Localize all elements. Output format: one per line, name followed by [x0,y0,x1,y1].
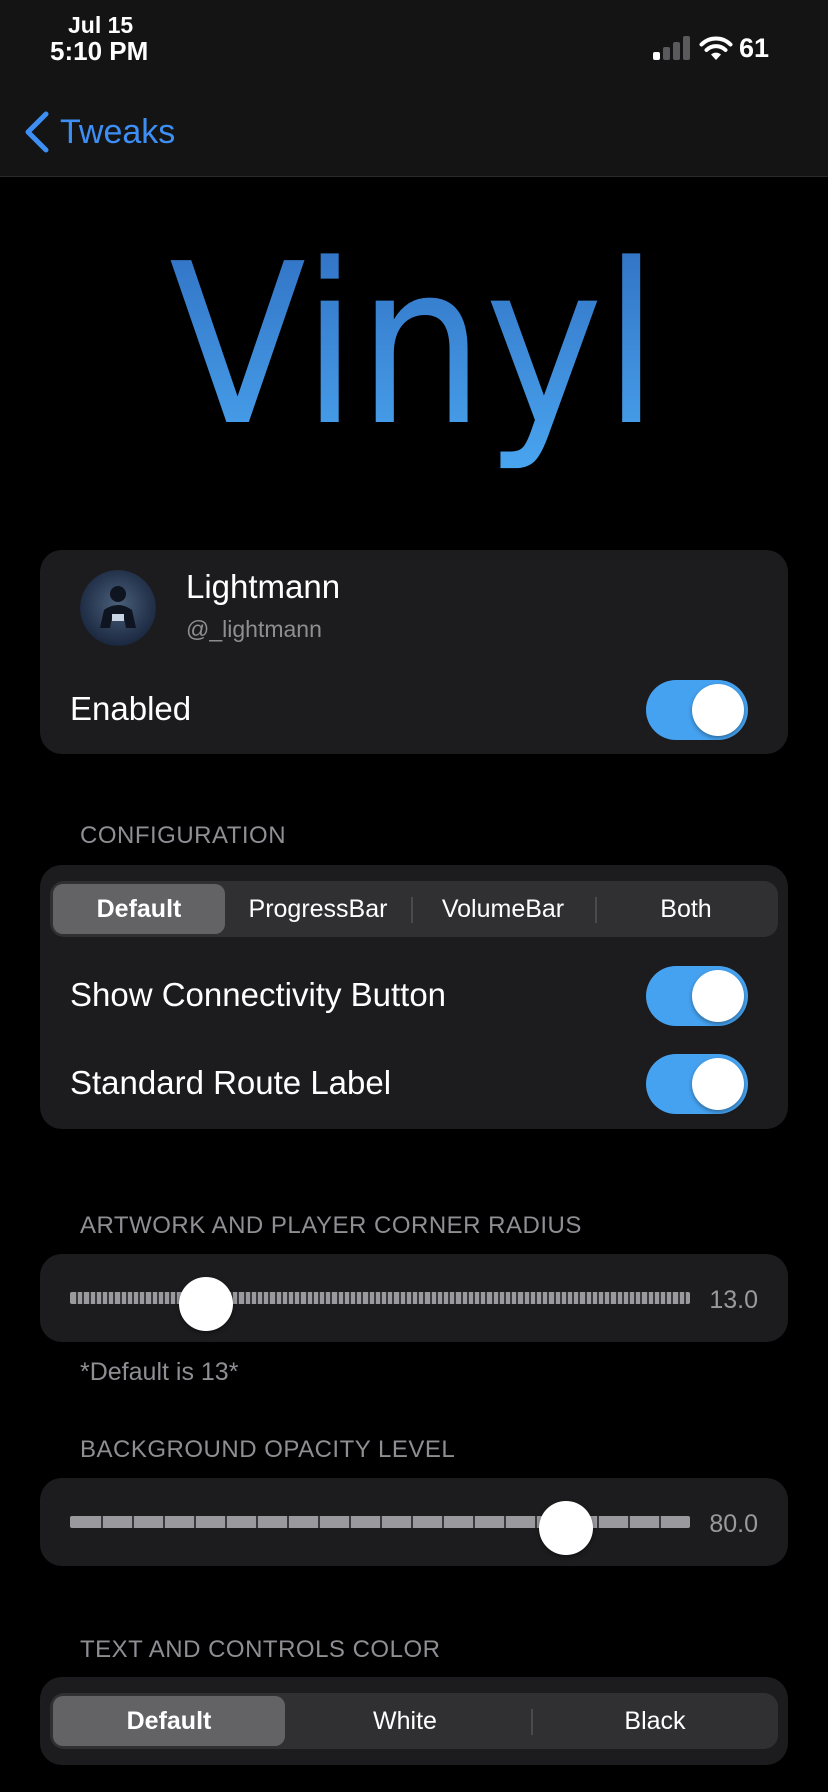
show-connectivity-label: Show Connectivity Button [70,976,447,1013]
author-handle: @_lightmann [186,616,322,642]
text-color-header: TEXT AND CONTROLS COLOR [80,1636,441,1663]
chevron-left-icon [25,111,49,153]
text-color-card: Default White Black [40,1677,788,1765]
status-date: Jul 15 [68,12,134,38]
back-button-label: Tweaks [60,112,176,151]
corner-radius-card: 13.0 [40,1254,788,1342]
text-color-segmented-control: Default White Black [50,1693,778,1749]
opacity-value: 80.0 [709,1510,758,1538]
author-name: Lightmann [186,568,341,605]
configuration-segmented-control: Default ProgressBar VolumeBar Both [50,881,778,937]
segment-progressbar[interactable]: ProgressBar [227,884,409,934]
back-button[interactable]: Tweaks [22,108,175,156]
battery-level: 61 [739,33,770,63]
hero-title: Vinyl [169,217,659,475]
author-avatar [80,570,156,646]
opacity-slider-thumb[interactable] [539,1501,593,1555]
configuration-card: Default ProgressBar VolumeBar Both Show … [40,865,788,1129]
segment-divider [531,1709,533,1735]
corner-radius-header: ARTWORK AND PLAYER CORNER RADIUS [80,1212,582,1239]
standard-route-toggle[interactable] [646,1054,748,1114]
corner-radius-value: 13.0 [709,1286,758,1314]
status-time: 5:10 PM [50,36,149,66]
corner-radius-slider-thumb[interactable] [179,1277,234,1331]
toggle-knob [692,684,744,736]
author-card: Lightmann @_lightmann Enabled [40,550,788,754]
opacity-header: BACKGROUND OPACITY LEVEL [80,1436,456,1463]
opacity-slider-track[interactable] [70,1514,690,1530]
toggle-knob [692,970,744,1022]
standard-route-label: Standard Route Label [70,1064,392,1101]
toggle-knob [692,1058,744,1110]
show-connectivity-toggle[interactable] [646,966,748,1026]
wifi-icon [699,36,733,60]
segment-volumebar[interactable]: VolumeBar [413,884,593,934]
segment-white[interactable]: White [287,1696,523,1746]
corner-radius-footnote: *Default is 13* [80,1358,239,1386]
segment-both[interactable]: Both [597,884,775,934]
hero-banner: Vinyl [169,217,659,475]
enabled-toggle[interactable] [646,680,748,740]
segment-default[interactable]: Default [53,884,225,934]
status-bar: Jul 15 5:10 PM 61 [0,0,828,72]
segment-default[interactable]: Default [53,1696,285,1746]
enabled-label: Enabled [70,690,192,727]
segment-black[interactable]: Black [535,1696,775,1746]
cellular-signal-icon [653,36,691,60]
opacity-card: 80.0 [40,1478,788,1566]
navigation-bar: Tweaks [0,72,828,177]
corner-radius-slider-track[interactable] [70,1290,690,1306]
configuration-header: CONFIGURATION [80,822,287,849]
